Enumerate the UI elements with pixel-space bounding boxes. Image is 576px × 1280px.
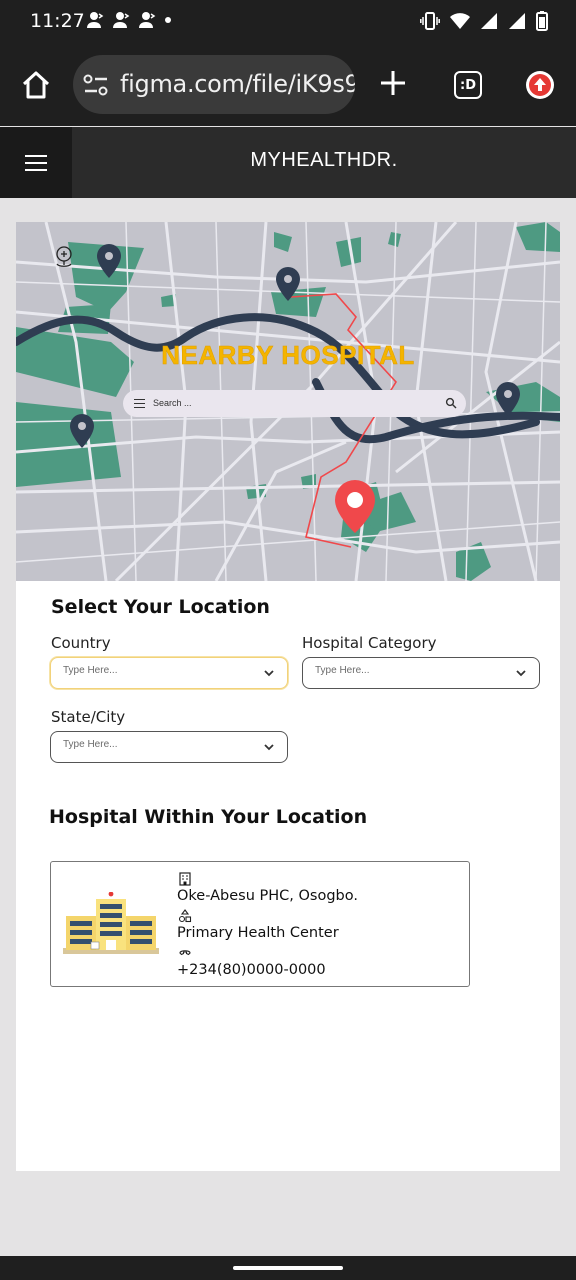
hospital-building-image [63, 892, 159, 954]
hamburger-icon-line [25, 168, 47, 171]
building-icon [179, 872, 191, 886]
url-bar[interactable]: figma.com/file/iK9s9 [73, 55, 355, 114]
select-location-title: Select Your Location [51, 596, 270, 618]
category-shapes-icon [178, 909, 192, 923]
contact-icon [87, 12, 104, 28]
map-title: NEARBY HOSPITAL [161, 340, 415, 371]
state-city-input[interactable] [63, 739, 253, 750]
hospital-list-title: Hospital Within Your Location [49, 806, 368, 828]
hamburger-icon-line [25, 161, 47, 164]
signal-icon [481, 13, 497, 29]
site-settings-icon[interactable] [83, 73, 109, 97]
hospital-category-select[interactable] [302, 657, 540, 689]
map-search-bar[interactable]: Search ... [123, 390, 466, 417]
system-icons [420, 11, 548, 31]
hamburger-icon [25, 154, 47, 157]
app-header: MYHEALTHDR. [0, 127, 576, 198]
wifi-icon [450, 13, 470, 29]
hospital-info: Oke-Abesu PHC, Osogbo. Primary Health Ce… [177, 872, 457, 983]
url-text[interactable]: figma.com/file/iK9s9 [120, 70, 355, 98]
signal-icon [509, 13, 525, 29]
page-content: NEARBY HOSPITAL Search ... Select Your L… [16, 222, 560, 1171]
update-button[interactable] [526, 71, 554, 99]
map-view[interactable]: NEARBY HOSPITAL Search ... [16, 222, 560, 581]
app-title: MYHEALTHDR. [250, 149, 398, 171]
chevron-down-icon[interactable] [263, 668, 275, 678]
hospital-category-label: Hospital Category [302, 634, 437, 652]
contact-icon [113, 12, 130, 28]
chevron-down-icon[interactable] [515, 668, 527, 678]
country-label: Country [51, 634, 111, 652]
country-input[interactable] [63, 665, 253, 676]
home-gesture-handle[interactable] [233, 1266, 343, 1270]
chevron-down-icon[interactable] [263, 742, 275, 752]
home-icon[interactable] [20, 69, 52, 101]
hospital-category-input[interactable] [315, 665, 505, 676]
new-tab-icon[interactable] [378, 68, 408, 98]
country-select[interactable] [50, 657, 288, 689]
battery-icon [536, 11, 548, 31]
search-menu-icon[interactable] [134, 399, 145, 408]
map-search-input[interactable]: Search ... [153, 398, 192, 408]
status-bar: 11:27 [0, 0, 576, 44]
contact-icon [139, 12, 156, 28]
dot-icon [165, 17, 171, 23]
hospital-phone[interactable]: +234(80)0000-0000 [177, 960, 457, 980]
browser-toolbar: figma.com/file/iK9s9 :D [0, 44, 576, 126]
hospital-card[interactable]: Oke-Abesu PHC, Osogbo. Primary Health Ce… [50, 861, 470, 987]
notification-icons [86, 11, 172, 29]
state-city-select[interactable] [50, 731, 288, 763]
status-time: 11:27 [30, 10, 85, 32]
vibrate-icon [420, 12, 440, 30]
tab-switcher-button[interactable]: :D [454, 71, 482, 99]
hospital-name[interactable]: Oke-Abesu PHC, Osogbo. [177, 886, 457, 906]
menu-button[interactable] [0, 127, 72, 198]
hospital-category: Primary Health Center [177, 925, 339, 941]
navigation-bar [0, 1256, 576, 1280]
phone-icon [179, 950, 191, 956]
arrow-up-icon [529, 74, 551, 96]
search-icon[interactable] [445, 397, 457, 409]
state-city-label: State/City [51, 708, 126, 726]
